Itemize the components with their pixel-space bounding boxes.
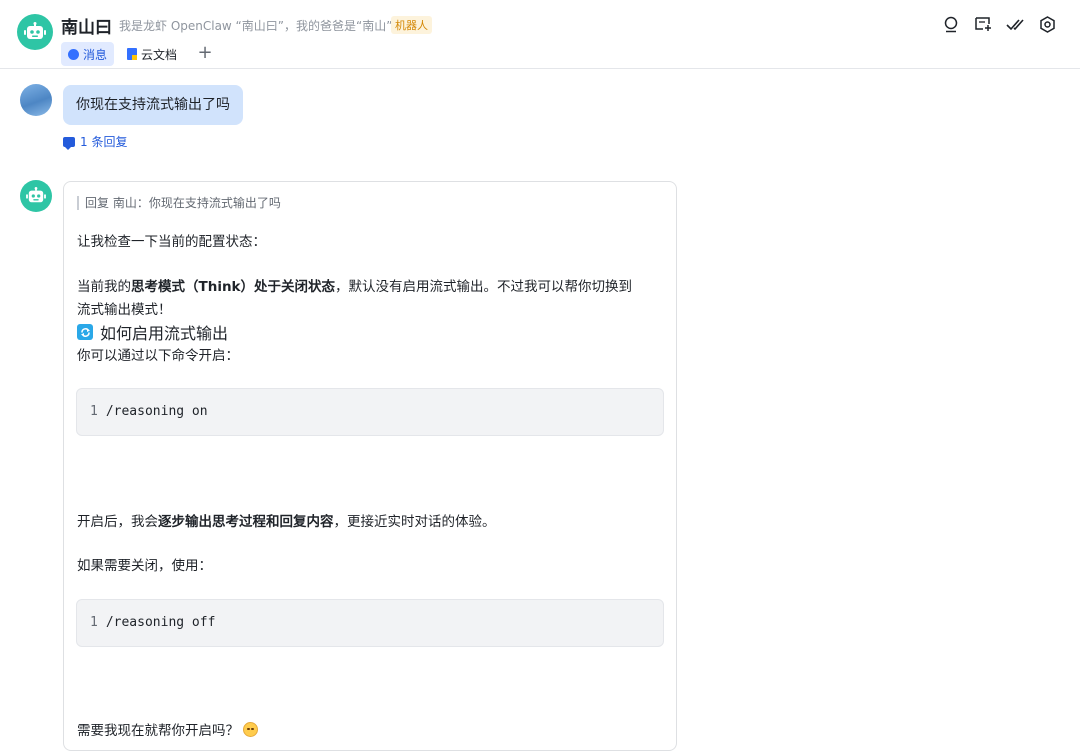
paragraph: 让我检查一下当前的配置状态：	[77, 234, 266, 250]
smile-emoji-icon	[243, 722, 258, 737]
robot-icon	[24, 22, 46, 39]
paragraph: 当前我的思考模式（Think）处于关闭状态，默认没有启用流式输出。不过我可以帮你…	[77, 275, 632, 295]
bot-reply-card: 回复 南山：你现在支持流式输出了吗 让我检查一下当前的配置状态： 当前我的思考模…	[63, 181, 677, 751]
tab-docs[interactable]: 云文档	[120, 42, 184, 66]
text-span: 当前我的	[77, 279, 131, 295]
bot-message-avatar[interactable]	[20, 180, 52, 212]
chat-header: 南山曰 我是龙虾 OpenClaw “南山曰”，我的爸爸是“南山” 机器人 消息…	[0, 0, 1080, 69]
text-span: ，更接近实时对话的体验。	[333, 514, 496, 530]
paragraph: 你可以通过以下命令开启：	[77, 348, 239, 364]
text-span: 开启后，我会	[77, 514, 158, 530]
reply-quote[interactable]: 回复 南山：你现在支持流式输出了吗	[77, 196, 281, 210]
bot-badge: 机器人	[391, 16, 432, 34]
tab-docs-label: 云文档	[141, 47, 178, 62]
add-tab-button[interactable]: +	[196, 41, 214, 65]
settings-icon[interactable]	[1038, 15, 1056, 33]
message-icon	[68, 48, 79, 60]
bot-avatar[interactable]	[17, 14, 53, 50]
code-text: /reasoning on	[105, 404, 208, 419]
code-block[interactable]: 1/reasoning off	[76, 599, 664, 647]
search-icon[interactable]	[942, 15, 960, 33]
text-span: ，默认没有启用流式输出。不过我可以帮你切换到	[335, 279, 633, 295]
chat-description: 我是龙虾 OpenClaw “南山曰”，我的爸爸是“南山”	[119, 19, 393, 33]
line-number: 1	[90, 615, 98, 630]
text-span: 需要我现在就帮你开启吗？	[77, 723, 239, 739]
user-message-bubble[interactable]: 你现在支持流式输出了吗	[63, 85, 243, 125]
paragraph: 需要我现在就帮你开启吗？	[77, 719, 258, 739]
thread-reply-link[interactable]: 1 条回复	[63, 133, 127, 150]
paragraph: 开启后，我会逐步输出思考过程和回复内容，更接近实时对话的体验。	[77, 510, 496, 530]
tab-messages-label: 消息	[83, 47, 108, 62]
robot-icon	[26, 187, 46, 203]
user-avatar[interactable]	[20, 84, 52, 116]
section-heading: 如何启用流式输出	[77, 320, 228, 344]
paragraph: 如果需要关闭，使用：	[77, 558, 212, 574]
chat-title: 南山曰	[61, 18, 112, 38]
refresh-icon	[77, 324, 93, 340]
heading-text: 如何启用流式输出	[100, 324, 229, 343]
bold-text: 思考模式（Think）处于关闭状态	[131, 279, 336, 295]
double-check-icon[interactable]	[1006, 15, 1024, 33]
code-text: /reasoning off	[105, 615, 216, 630]
doc-icon	[127, 48, 137, 60]
paragraph: 流式输出模式！	[77, 302, 172, 318]
tab-messages[interactable]: 消息	[61, 42, 115, 66]
line-number: 1	[90, 404, 98, 419]
comment-icon	[63, 136, 75, 150]
add-chat-icon[interactable]	[974, 15, 992, 33]
code-block[interactable]: 1/reasoning on	[76, 388, 664, 436]
reply-count-label: 1 条回复	[80, 135, 128, 149]
bold-text: 逐步输出思考过程和回复内容	[158, 514, 334, 530]
